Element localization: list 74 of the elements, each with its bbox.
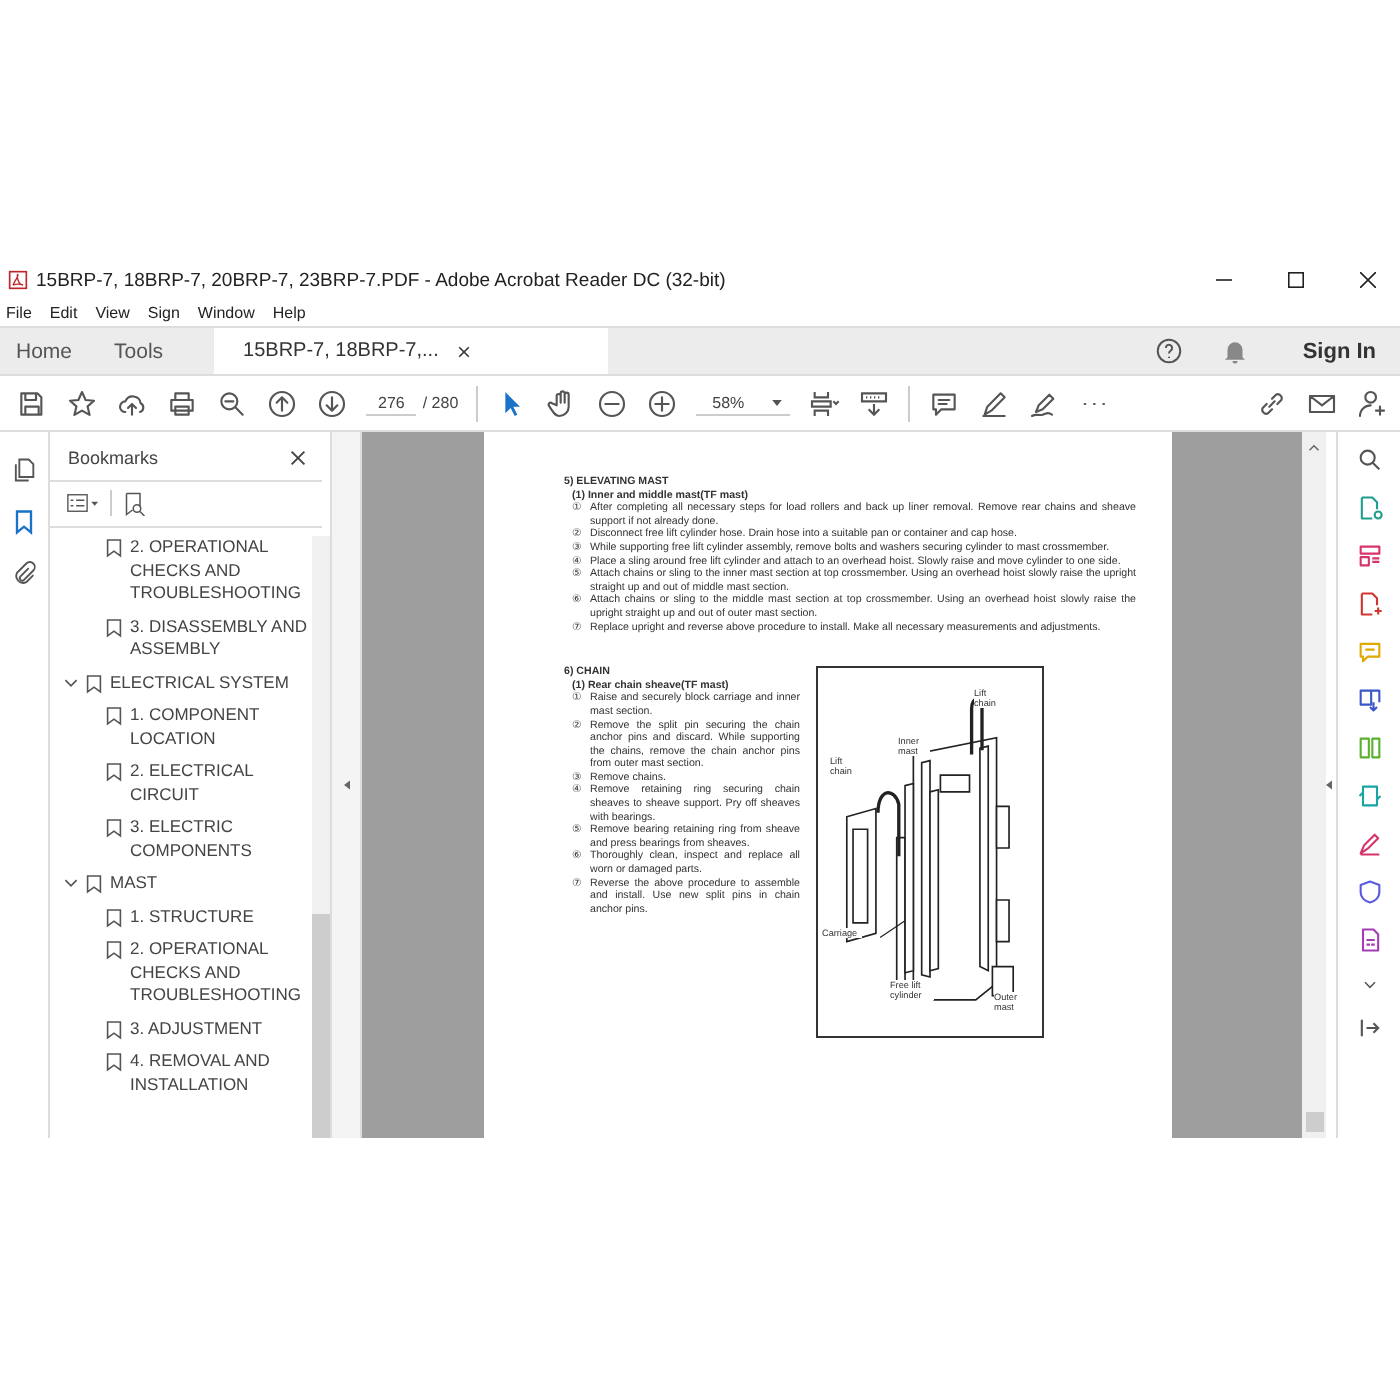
- pdf-file-icon: [8, 270, 28, 290]
- help-icon[interactable]: [1154, 336, 1185, 366]
- bookmark-item[interactable]: MAST: [110, 872, 312, 895]
- tab[interactable]: Tools: [98, 328, 190, 374]
- menu-item[interactable]: Help: [272, 304, 306, 322]
- bookmark-search-icon[interactable]: [122, 491, 146, 515]
- menu-item[interactable]: Sign: [147, 304, 180, 322]
- scrollbar-thumb[interactable]: [1305, 1112, 1323, 1132]
- documents-icon[interactable]: [1355, 686, 1383, 714]
- bookmark-icon: [106, 762, 122, 782]
- bookmark-item[interactable]: 1. STRUCTURE: [130, 905, 312, 928]
- bookmark-icon[interactable]: [10, 508, 38, 536]
- bookmark-item[interactable]: 4. REMOVAL AND INSTALLATION: [130, 1050, 312, 1096]
- menu-item[interactable]: Edit: [49, 304, 78, 322]
- scrollbar[interactable]: [1302, 432, 1326, 1138]
- bookmark-icon: [106, 818, 122, 838]
- page-total: / 280: [422, 394, 459, 412]
- close-icon[interactable]: [290, 450, 306, 466]
- collapse-arrow-icon[interactable]: [343, 780, 349, 790]
- bookmark-item[interactable]: 3. ADJUSTMENT: [130, 1017, 312, 1040]
- star-icon[interactable]: [66, 387, 98, 419]
- page-fit-icon[interactable]: [808, 387, 841, 419]
- pencil-icon[interactable]: [1355, 830, 1383, 858]
- bookmark-icon: [106, 617, 122, 637]
- bookmark-icon: [106, 538, 122, 558]
- scroll-up-icon[interactable]: [1308, 444, 1320, 452]
- bookmark-item[interactable]: 2. OPERATIONAL CHECKS AND TROUBLESHOOTING: [130, 938, 312, 1007]
- next-page-icon[interactable]: [316, 387, 348, 419]
- zoom-dropdown[interactable]: 58%: [696, 391, 791, 415]
- maximize-icon[interactable]: [1288, 272, 1304, 288]
- bookmark-item[interactable]: 2. ELECTRICAL CIRCUIT: [130, 760, 312, 806]
- chevron-icon[interactable]: [64, 876, 78, 890]
- bell-icon[interactable]: [1220, 336, 1251, 366]
- paperclip-icon[interactable]: [10, 560, 38, 588]
- bookmark-item[interactable]: 2. OPERATIONAL CHECKS AND TROUBLESHOOTING: [130, 536, 312, 605]
- options-list-icon[interactable]: [66, 492, 100, 514]
- collapse-arrow-icon[interactable]: [1326, 780, 1332, 790]
- pages-icon[interactable]: [10, 456, 38, 484]
- save-icon[interactable]: [16, 387, 48, 419]
- bookmark-item[interactable]: 3. ELECTRIC COMPONENTS: [130, 816, 312, 862]
- layout-icon[interactable]: [1355, 542, 1383, 570]
- close-icon[interactable]: [458, 345, 471, 357]
- pen-icon[interactable]: [978, 387, 1011, 419]
- zoom-out-icon[interactable]: [596, 387, 629, 419]
- document-cycle-icon[interactable]: [1355, 782, 1383, 810]
- chevron-icon[interactable]: [64, 675, 78, 689]
- user-add-icon[interactable]: [1356, 387, 1388, 419]
- document-add-icon[interactable]: [1355, 590, 1383, 618]
- previous-page-icon[interactable]: [266, 387, 298, 419]
- menu-item[interactable]: File: [6, 304, 32, 322]
- expand-panel-icon[interactable]: [1355, 1014, 1383, 1042]
- page-number-field[interactable]: 276: [366, 391, 417, 415]
- menu-item[interactable]: View: [95, 304, 130, 322]
- sign-in-button[interactable]: Sign In: [1286, 328, 1400, 374]
- close-icon[interactable]: [1360, 272, 1376, 288]
- document-export-icon[interactable]: [1355, 494, 1383, 522]
- caret-icon: [772, 399, 783, 405]
- print-icon[interactable]: [166, 387, 198, 419]
- scrollbar[interactable]: [312, 536, 330, 1138]
- bookmark-item[interactable]: ELECTRICAL SYSTEM: [110, 671, 312, 694]
- link-icon[interactable]: [1256, 387, 1288, 419]
- tab[interactable]: Home: [0, 328, 99, 374]
- bookmark-item[interactable]: 3. DISASSEMBLY AND ASSEMBLY: [130, 615, 312, 661]
- zoom-search-icon[interactable]: [216, 387, 248, 419]
- split-page-icon[interactable]: [1355, 734, 1383, 762]
- panel-title: Bookmarks: [68, 448, 159, 468]
- scroll-mode-icon[interactable]: [858, 387, 891, 419]
- bookmark-item[interactable]: 1. COMPONENT LOCATION: [130, 704, 312, 750]
- search-icon[interactable]: [1355, 446, 1383, 474]
- zoom-in-icon[interactable]: [646, 387, 679, 419]
- menu-item[interactable]: Window: [197, 304, 255, 322]
- window-title: 15BRP-7, 18BRP-7, 20BRP-7, 23BRP-7.PDF - Adobe Acrobat Reader DC (32-bit): [36, 269, 726, 291]
- shield-icon[interactable]: [1355, 878, 1383, 906]
- tab[interactable]: 15BRP-7, 18BRP-7,...: [213, 328, 608, 374]
